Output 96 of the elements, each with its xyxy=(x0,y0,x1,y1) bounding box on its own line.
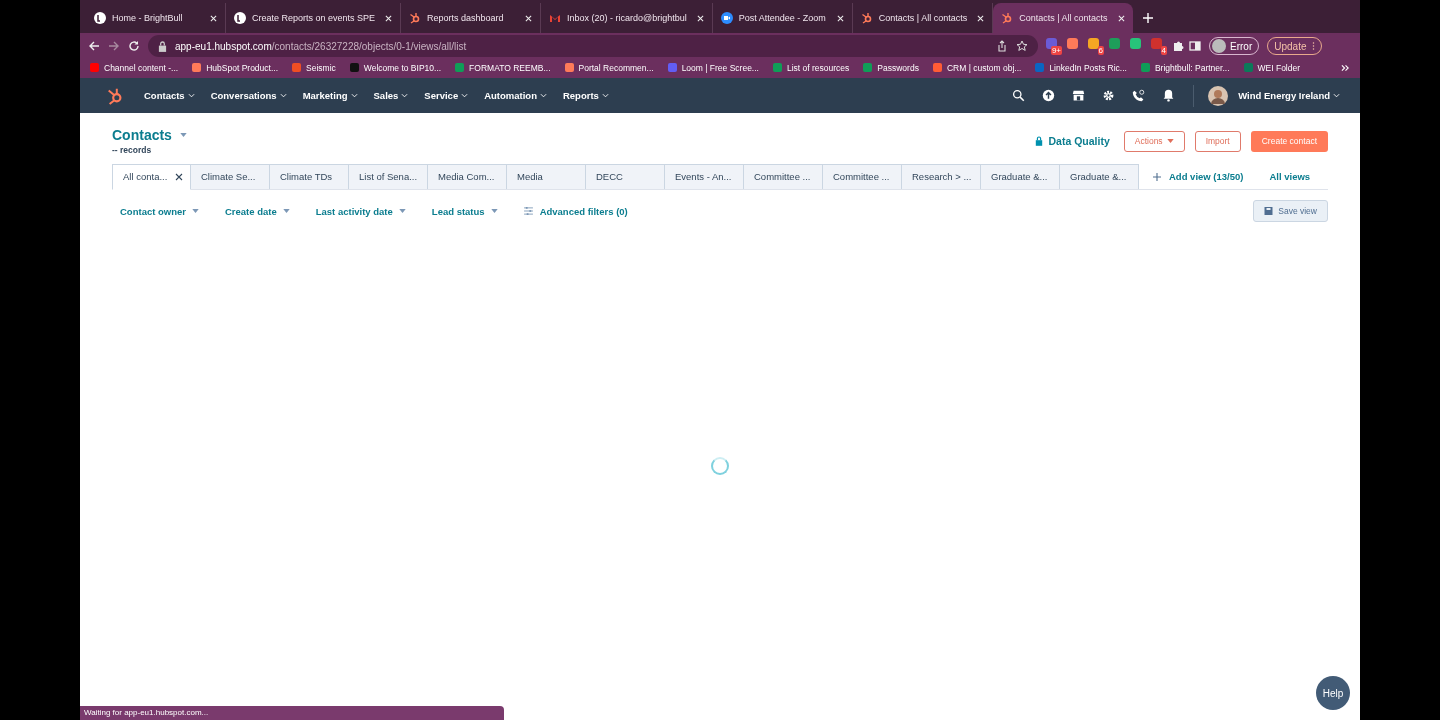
view-tab[interactable]: Graduate &... xyxy=(981,163,1060,190)
bookmark[interactable]: Portal Recommen... xyxy=(564,62,654,73)
sprocket-icon xyxy=(1001,12,1014,24)
upload-icon[interactable] xyxy=(1042,89,1056,102)
sprocket-icon xyxy=(409,12,422,24)
view-tab[interactable]: Committee ... xyxy=(744,163,823,190)
chevron-down-icon xyxy=(539,93,547,98)
back-icon[interactable] xyxy=(88,40,100,52)
bookmark[interactable]: CRM | custom obj... xyxy=(932,62,1022,73)
nav-menu[interactable]: Automation xyxy=(484,90,547,101)
settings-icon[interactable] xyxy=(1102,89,1116,102)
add-view-link[interactable]: Add view (13/50) xyxy=(1153,171,1244,182)
view-tab[interactable]: Research > ... xyxy=(902,163,981,190)
filter-dropdown[interactable]: Create date xyxy=(225,205,290,217)
data-quality-link[interactable]: Data Quality xyxy=(1035,135,1110,147)
view-tab[interactable]: Committee ... xyxy=(823,163,902,190)
puzzle-icon[interactable] xyxy=(1172,40,1184,52)
plus-icon xyxy=(1153,172,1161,181)
view-tab[interactable]: Graduate &... xyxy=(1060,163,1139,190)
loading-spinner xyxy=(711,457,729,475)
status-bar: Waiting for app-eu1.hubspot.com... xyxy=(80,706,504,720)
more-icon[interactable] xyxy=(1341,63,1350,72)
lock-icon xyxy=(1035,136,1044,146)
record-count: -- records xyxy=(112,145,153,155)
caret-icon xyxy=(398,209,406,213)
address-field[interactable]: app-eu1.hubspot.com/contacts/26327228/objects/0-1/views/all/list xyxy=(148,35,1038,57)
chevron-down-icon xyxy=(350,93,358,98)
share-icon[interactable] xyxy=(996,40,1008,52)
account-menu[interactable]: Wind Energy Ireland xyxy=(1238,90,1340,101)
logo-icon xyxy=(94,12,106,24)
view-tab[interactable]: Media xyxy=(507,163,586,190)
url-text: app-eu1.hubspot.com/contacts/26327228/objects/0-1/views/all/list xyxy=(175,40,467,52)
mail-icon xyxy=(549,12,562,24)
caret-icon xyxy=(490,209,498,213)
view-tab[interactable]: Climate TDs xyxy=(270,163,349,190)
chevron-down-icon xyxy=(187,93,195,98)
chevron-down-icon xyxy=(461,93,469,98)
view-tab[interactable]: DECC xyxy=(586,163,665,190)
view-tab[interactable]: Media Com... xyxy=(428,163,507,190)
bookmark[interactable]: Channel content -... xyxy=(90,62,179,73)
bookmark[interactable]: Loom | Free Scree... xyxy=(667,62,759,73)
new-tab-icon[interactable] xyxy=(1143,13,1154,23)
page-title[interactable]: Contacts xyxy=(112,127,187,143)
search-icon[interactable] xyxy=(1012,89,1026,102)
nav-menu[interactable]: Marketing xyxy=(302,90,358,101)
chevron-down-icon xyxy=(401,93,409,98)
phone-icon[interactable] xyxy=(1132,89,1146,102)
view-tab[interactable]: List of Sena... xyxy=(349,163,428,190)
filter-dropdown[interactable]: Contact owner xyxy=(120,205,199,217)
help-button[interactable]: Help xyxy=(1316,676,1350,710)
bookmark[interactable]: LinkedIn Posts Ric... xyxy=(1035,62,1127,73)
bookmark[interactable]: Welcome to BIP10... xyxy=(349,62,442,73)
bookmark[interactable]: FORMATO REEMB... xyxy=(455,62,551,73)
sidebar-icon[interactable] xyxy=(1189,40,1201,52)
view-tab[interactable]: All conta... xyxy=(112,163,191,190)
lock-icon xyxy=(158,40,167,52)
save-icon xyxy=(1264,207,1274,215)
bookmark[interactable]: Passwords xyxy=(863,62,919,73)
nav-menu[interactable]: Contacts xyxy=(144,90,195,101)
nav-menu[interactable]: Conversations xyxy=(210,90,287,101)
chevron-down-icon xyxy=(601,93,609,98)
nav-menu[interactable]: Sales xyxy=(373,90,409,101)
chevron-down-icon xyxy=(1333,93,1340,98)
bookmark[interactable]: HubSpot Product... xyxy=(192,62,278,73)
bookmark[interactable]: WEI Folder xyxy=(1243,62,1301,73)
caret-icon xyxy=(1166,139,1174,143)
kebab-icon xyxy=(1312,41,1316,51)
logo-icon xyxy=(234,12,246,24)
nav-menu[interactable]: Reports xyxy=(562,90,609,101)
caret-icon xyxy=(192,209,199,213)
nav-menu[interactable]: Service xyxy=(424,90,469,101)
video-icon xyxy=(720,12,733,24)
save-view-button[interactable]: Save view xyxy=(1253,200,1328,222)
chevron-down-icon xyxy=(279,93,287,98)
sprocket-icon[interactable] xyxy=(106,86,124,105)
close-icon[interactable] xyxy=(175,172,184,181)
bookmark[interactable]: List of resources xyxy=(772,62,850,73)
store-icon[interactable] xyxy=(1072,89,1086,102)
filter-dropdown[interactable]: Lead status xyxy=(431,205,498,217)
bell-icon[interactable] xyxy=(1162,89,1176,102)
caret-icon xyxy=(282,209,290,213)
sliders-icon xyxy=(523,207,533,215)
all-views-link[interactable]: All views xyxy=(1269,171,1311,182)
forward-icon[interactable] xyxy=(108,40,120,52)
bookmark[interactable]: Seismic xyxy=(292,62,336,73)
reload-icon[interactable] xyxy=(128,40,140,52)
advanced-filters-link[interactable]: Advanced filters (0) xyxy=(523,205,628,217)
view-tab[interactable]: Climate Se... xyxy=(191,163,270,190)
avatar[interactable] xyxy=(1208,85,1229,106)
star-icon[interactable] xyxy=(1016,40,1028,52)
bookmark[interactable]: Brightbull: Partner... xyxy=(1140,62,1230,73)
view-tab[interactable]: Events - An... xyxy=(665,163,744,190)
caret-icon xyxy=(179,133,187,137)
browser-tab[interactable]: Contacts | All contacts xyxy=(993,3,1134,33)
filter-dropdown[interactable]: Last activity date xyxy=(315,205,406,217)
sprocket-icon xyxy=(860,12,873,24)
